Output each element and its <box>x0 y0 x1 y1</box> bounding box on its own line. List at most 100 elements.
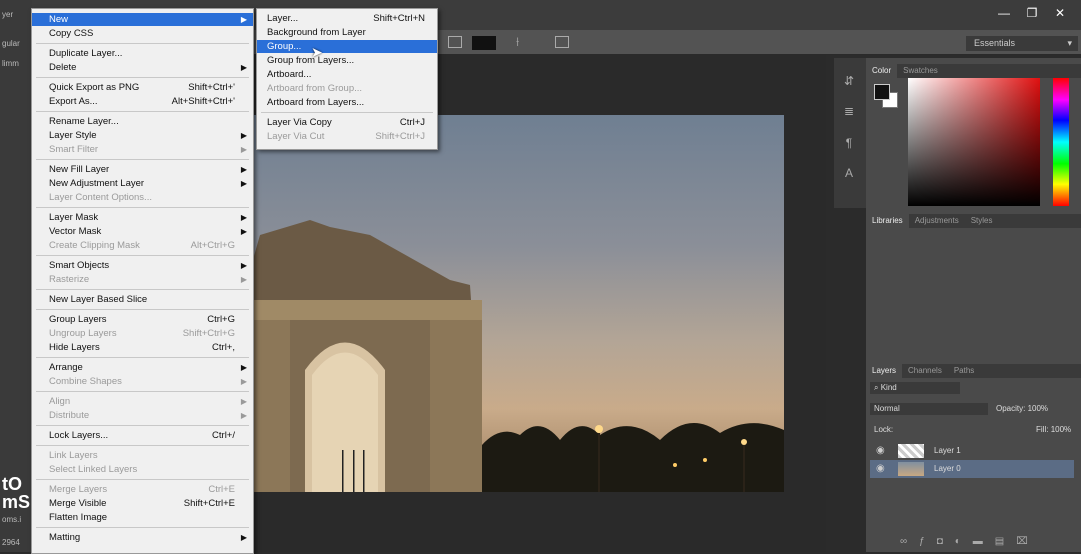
menu-item-matting[interactable]: Matting ▶ <box>32 531 253 544</box>
menu-item-delete[interactable]: Delete ▶ <box>32 61 253 74</box>
menu-item-layer-style[interactable]: Layer Style ▶ <box>32 129 253 142</box>
align-icon[interactable] <box>448 36 462 48</box>
submenu-item-artboard[interactable]: Artboard... <box>257 68 437 81</box>
submenu-item-artboard-from-group[interactable]: Artboard from Group... <box>257 82 437 95</box>
overlay-text: tO mS <box>2 475 30 511</box>
menu-separator <box>36 479 249 480</box>
tab-channels[interactable]: Channels <box>902 364 948 378</box>
menu-item-vector-mask[interactable]: Vector Mask ▶ <box>32 225 253 238</box>
fill-label: Fill: <box>1036 425 1049 434</box>
menu-item-new-fill-layer[interactable]: New Fill Layer ▶ <box>32 163 253 176</box>
chevron-right-icon: ▶ <box>240 363 247 372</box>
character-icon[interactable]: A <box>840 166 858 180</box>
menu-item-smart-objects[interactable]: Smart Objects ▶ <box>32 259 253 272</box>
menu-item-export-as[interactable]: Export As... Alt+Shift+Ctrl+' <box>32 95 253 108</box>
menu-item-arrange[interactable]: Arrange ▶ <box>32 361 253 374</box>
trash-icon[interactable]: ⌧ <box>1016 536 1040 547</box>
visibility-eye-icon[interactable]: ◉ <box>876 460 885 478</box>
menu-item-merge-visible[interactable]: Merge Visible Shift+Ctrl+E <box>32 497 253 510</box>
menu-item-link-layers[interactable]: Link Layers <box>32 449 253 462</box>
menu-item-ungroup-layers[interactable]: Ungroup Layers Shift+Ctrl+G <box>32 327 253 340</box>
history-icon[interactable]: ⇵ <box>840 74 858 88</box>
chevron-down-icon: ▾ <box>1067 38 1072 48</box>
menu-item-label: Artboard from Group... <box>267 83 363 94</box>
tab-layers[interactable]: Layers <box>866 364 903 378</box>
tab-libraries[interactable]: Libraries <box>866 214 909 228</box>
mask-icon[interactable]: ◘ <box>937 536 955 547</box>
stroke-icon[interactable]: ⟊ <box>516 34 519 50</box>
menu-item-select-linked-layers[interactable]: Select Linked Layers <box>32 463 253 476</box>
hue-slider[interactable] <box>1053 78 1069 206</box>
menu-item-rename-layer[interactable]: Rename Layer... <box>32 115 253 128</box>
menu-item-hide-layers[interactable]: Hide Layers Ctrl+, <box>32 341 253 354</box>
opacity-control[interactable]: Opacity: 100% <box>996 403 1048 415</box>
chevron-right-icon: ▶ <box>240 63 247 72</box>
layer-name: Layer 0 <box>934 464 961 473</box>
menu-item-rasterize[interactable]: Rasterize ▶ <box>32 273 253 286</box>
submenu-item-layer[interactable]: Layer... Shift+Ctrl+N <box>257 12 437 25</box>
foreground-background-swatch[interactable] <box>874 84 898 108</box>
submenu-item-artboard-from-layers[interactable]: Artboard from Layers... <box>257 96 437 109</box>
submenu-item-group[interactable]: Group... <box>257 40 437 53</box>
menu-item-duplicate-layer[interactable]: Duplicate Layer... <box>32 47 253 60</box>
menu-separator <box>36 309 249 310</box>
submenu-item-layer-via-copy[interactable]: Layer Via Copy Ctrl+J <box>257 116 437 129</box>
layer-thumbnail <box>898 462 924 476</box>
paragraph-icon[interactable]: ¶ <box>840 136 858 150</box>
fx-icon[interactable]: ƒ <box>919 536 937 547</box>
minimize-button[interactable]: — <box>990 6 1018 20</box>
menu-item-shortcut: Ctrl+G <box>207 314 235 325</box>
menu-item-align[interactable]: Align ▶ <box>32 395 253 408</box>
chevron-right-icon: ▶ <box>240 397 247 406</box>
link-icon[interactable]: ∞ <box>900 536 919 547</box>
menu-item-label: Rasterize <box>49 274 90 285</box>
menu-item-new[interactable]: New ▶ <box>32 13 253 26</box>
menu-item-smart-filter[interactable]: Smart Filter ▶ <box>32 143 253 156</box>
menu-item-label: Flatten Image <box>49 512 108 523</box>
folder-icon[interactable]: ▬ <box>973 536 995 547</box>
tab-swatches[interactable]: Swatches <box>897 64 944 78</box>
menu-item-layer-content-options[interactable]: Layer Content Options... <box>32 191 253 204</box>
menu-item-new-adjustment-layer[interactable]: New Adjustment Layer ▶ <box>32 177 253 190</box>
menu-item-label: Merge Layers <box>49 484 108 495</box>
overlay-text-line-1: tO <box>2 474 22 494</box>
workspace-switcher[interactable]: Essentials ▾ <box>966 36 1078 51</box>
restore-button[interactable]: ❐ <box>1018 6 1046 20</box>
menu-item-flatten-image[interactable]: Flatten Image <box>32 511 253 524</box>
menu-item-create-clipping-mask[interactable]: Create Clipping Mask Alt+Ctrl+G <box>32 239 253 252</box>
submenu-item-layer-via-cut[interactable]: Layer Via Cut Shift+Ctrl+J <box>257 130 437 143</box>
layer-filter-select[interactable]: ⌕ Kind <box>870 382 960 394</box>
folder-icon[interactable] <box>555 36 569 48</box>
menu-item-combine-shapes[interactable]: Combine Shapes ▶ <box>32 375 253 388</box>
layer-row[interactable]: ◉ Layer 1 <box>870 442 1074 460</box>
menu-item-quick-export-as-png[interactable]: Quick Export as PNG Shift+Ctrl+' <box>32 81 253 94</box>
layer-row-selected[interactable]: ◉ Layer 0 <box>870 460 1074 478</box>
menu-item-new-layer-based-slice[interactable]: New Layer Based Slice <box>32 293 253 306</box>
blend-mode-select[interactable]: Normal <box>870 403 988 415</box>
tab-paths[interactable]: Paths <box>948 364 980 378</box>
properties-icon[interactable]: ≣ <box>840 104 858 118</box>
menu-item-lock-layers[interactable]: Lock Layers... Ctrl+/ <box>32 429 253 442</box>
menu-item-distribute[interactable]: Distribute ▶ <box>32 409 253 422</box>
submenu-item-group-from-layers[interactable]: Group from Layers... <box>257 54 437 67</box>
menu-item-label: Layer Mask <box>49 212 99 223</box>
menu-item-merge-layers[interactable]: Merge Layers Ctrl+E <box>32 483 253 496</box>
submenu-item-background-from-layer[interactable]: Background from Layer <box>257 26 437 39</box>
document-image[interactable] <box>250 115 784 492</box>
new-layer-icon[interactable]: ▤ <box>995 536 1016 547</box>
menu-item-group-layers[interactable]: Group Layers Ctrl+G <box>32 313 253 326</box>
tab-adjustments[interactable]: Adjustments <box>909 214 965 228</box>
menu-item-shortcut: Shift+Ctrl+J <box>375 131 425 142</box>
close-button[interactable]: ✕ <box>1046 6 1074 20</box>
trim-fragment: limm <box>2 59 19 68</box>
tab-color[interactable]: Color <box>866 64 898 78</box>
menu-item-copy-css[interactable]: Copy CSS <box>32 27 253 40</box>
menu-item-layer-mask[interactable]: Layer Mask ▶ <box>32 211 253 224</box>
color-swatch[interactable] <box>472 36 496 50</box>
new-submenu: Layer... Shift+Ctrl+N Background from Laye… <box>256 8 438 150</box>
tab-styles[interactable]: Styles <box>965 214 999 228</box>
visibility-eye-icon[interactable]: ◉ <box>876 442 885 460</box>
color-picker-field[interactable] <box>908 78 1040 206</box>
fill-control[interactable]: Fill: 100% <box>1036 424 1071 436</box>
adjustment-icon[interactable]: ◐ <box>955 536 973 547</box>
